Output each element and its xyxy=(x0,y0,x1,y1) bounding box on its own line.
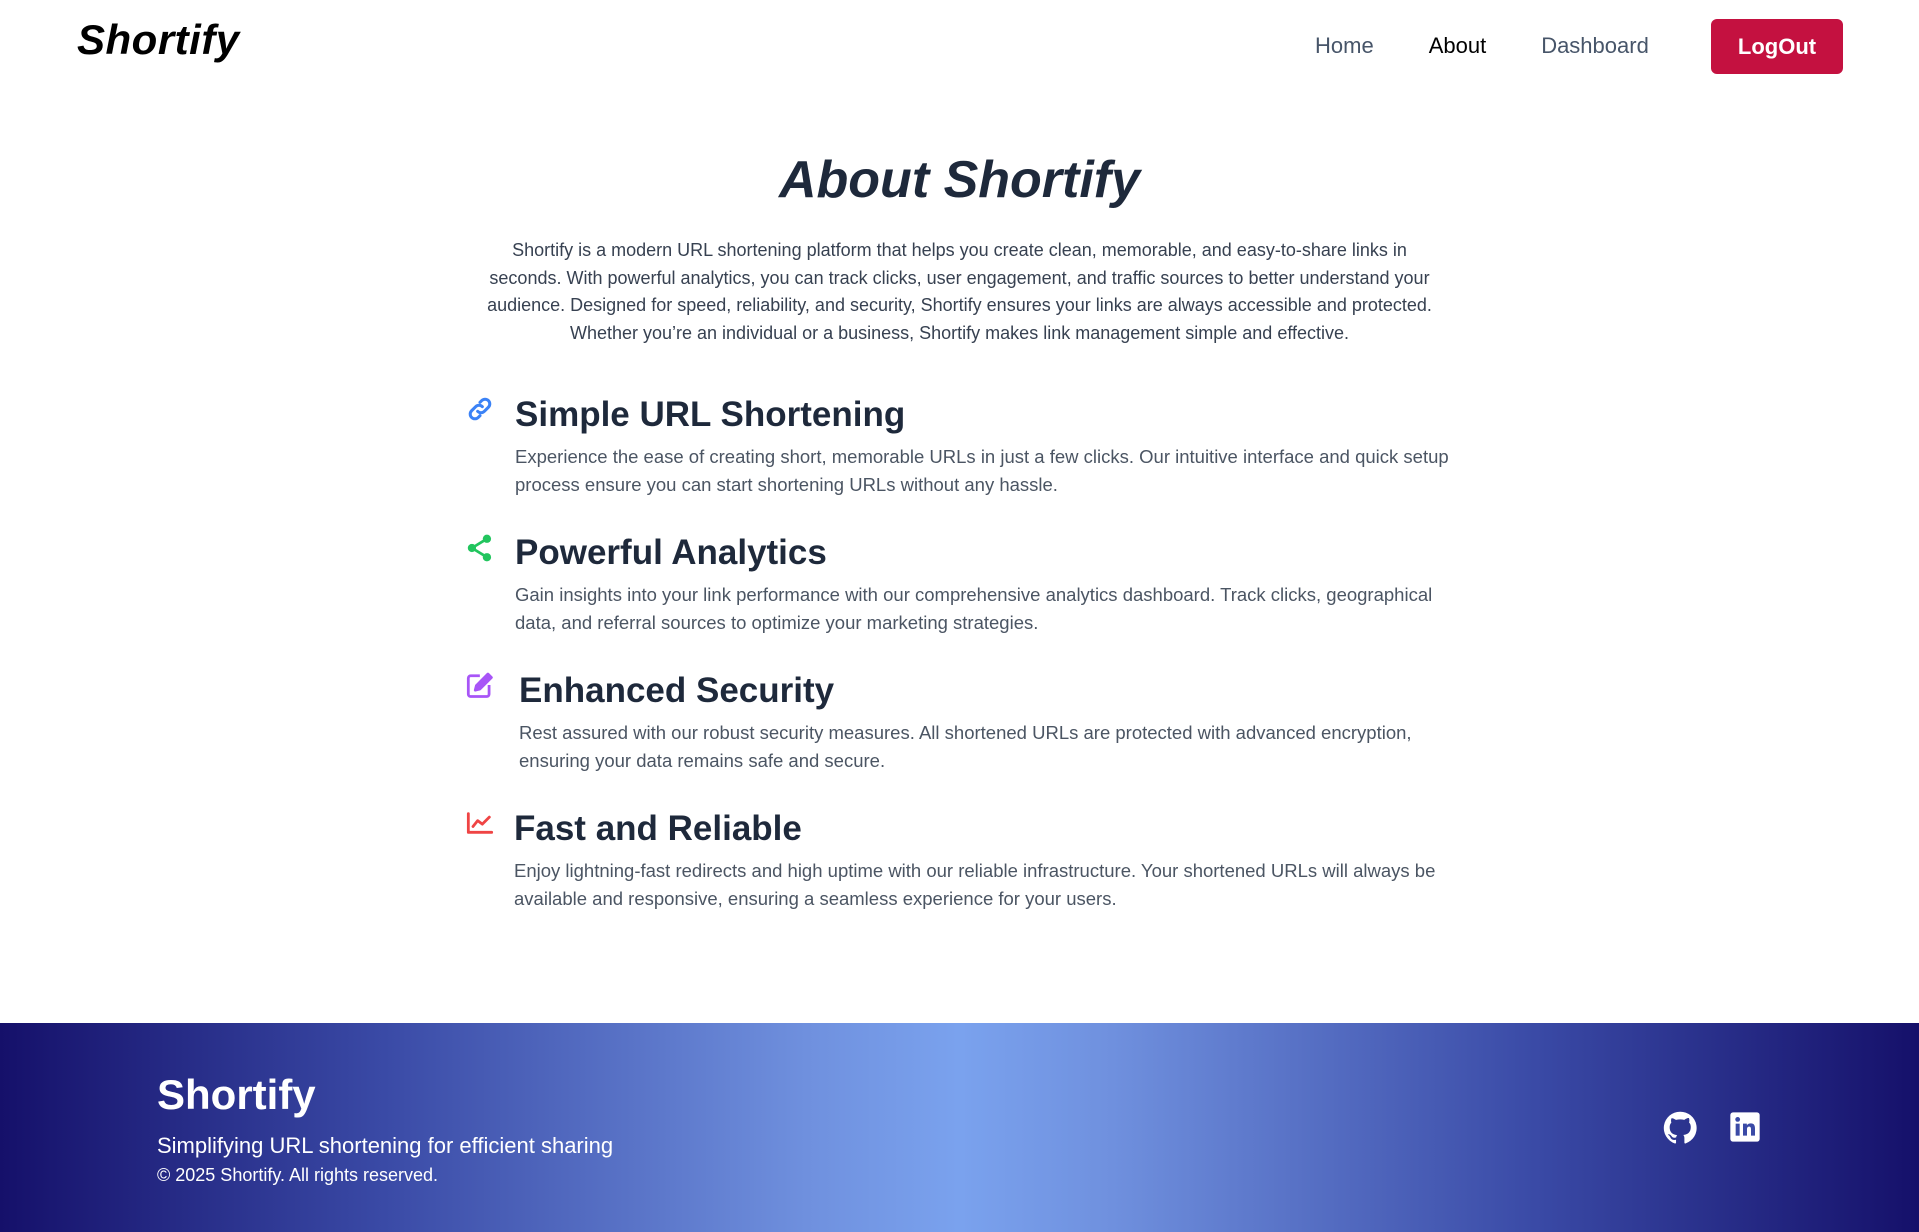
footer-tagline: Simplifying URL shortening for efficient… xyxy=(157,1133,614,1158)
feature-title: Powerful Analytics xyxy=(515,533,827,572)
navbar: Shortify Home About Dashboard LogOut xyxy=(0,0,1919,95)
intro-paragraph: Shortify is a modern URL shortening plat… xyxy=(487,240,1432,343)
feature-item: Enhanced Security Rest assured with our … xyxy=(466,671,1456,809)
logout-button[interactable]: LogOut xyxy=(1711,19,1843,74)
feature-description: Experience the ease of creating short, m… xyxy=(515,446,1449,495)
feature-item: Powerful Analytics Gain insights into yo… xyxy=(466,533,1456,671)
nav-link-home[interactable]: Home xyxy=(1315,33,1374,59)
nav-links: Home About Dashboard xyxy=(1315,33,1704,59)
feature-title: Fast and Reliable xyxy=(514,809,802,848)
nav-link-about[interactable]: About xyxy=(1429,33,1487,59)
github-icon[interactable] xyxy=(1663,1111,1699,1147)
feature-item: Simple URL Shortening Experience the eas… xyxy=(466,395,1456,533)
about-section: About Shortify Shortify is a modern URL … xyxy=(0,150,1919,909)
page-title: About Shortify xyxy=(778,151,1141,209)
feature-description: Rest assured with our robust security me… xyxy=(519,722,1412,771)
feature-title: Simple URL Shortening xyxy=(515,395,906,434)
footer-brand: Shortify xyxy=(157,1071,316,1118)
feature-description: Enjoy lightning-fast redirects and high … xyxy=(514,860,1436,909)
footer: Shortify Simplifying URL shortening for … xyxy=(0,1023,1919,1232)
feature-description: Gain insights into your link performance… xyxy=(515,584,1433,633)
feature-list: Simple URL Shortening Experience the eas… xyxy=(466,395,1456,947)
link-icon xyxy=(466,395,494,423)
brand-logo[interactable]: Shortify xyxy=(77,16,240,64)
chart-line-icon xyxy=(466,809,494,837)
share-icon xyxy=(466,533,494,562)
nav-link-dashboard[interactable]: Dashboard xyxy=(1541,33,1649,59)
feature-item: Fast and Reliable Enjoy lightning-fast r… xyxy=(466,809,1456,947)
feature-title: Enhanced Security xyxy=(519,671,835,710)
linkedin-icon[interactable] xyxy=(1729,1111,1765,1147)
footer-copyright: © 2025 Shortify. All rights reserved. xyxy=(157,1165,439,1185)
edit-icon xyxy=(466,671,494,699)
